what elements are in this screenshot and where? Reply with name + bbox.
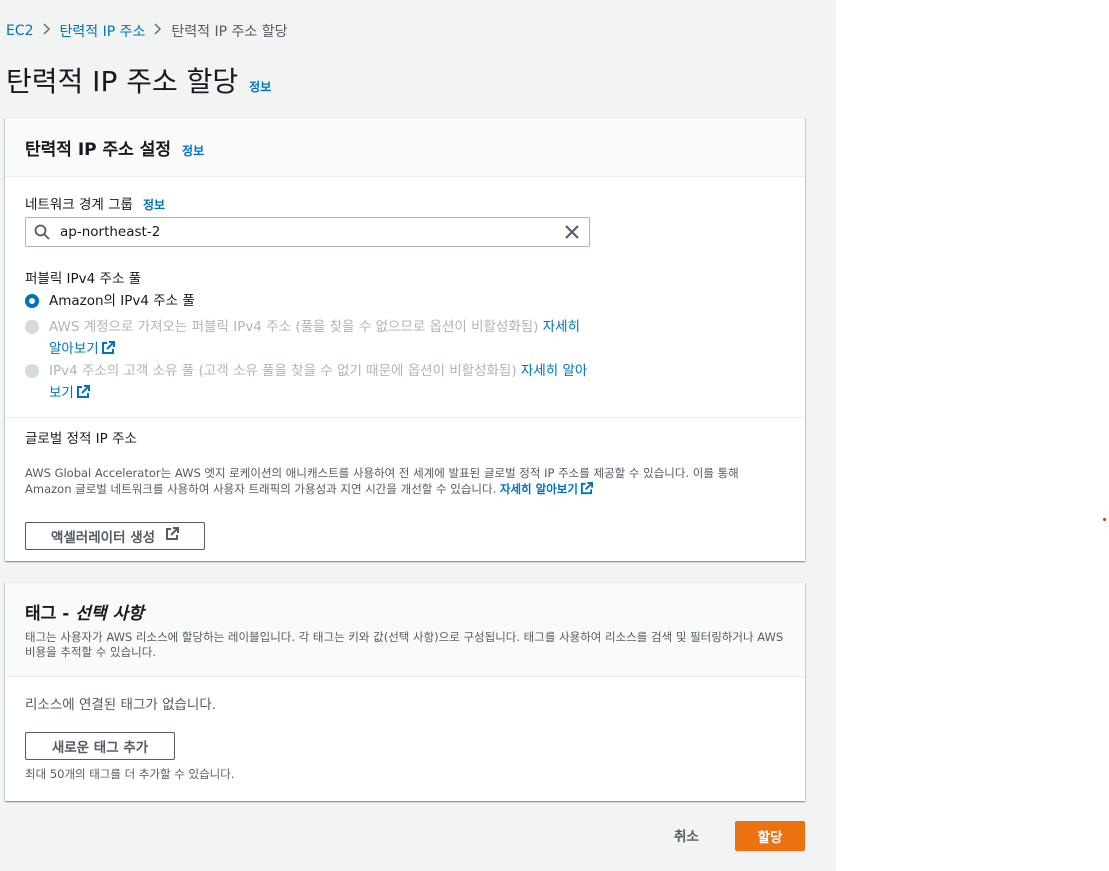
cancel-button[interactable]: 취소 <box>674 825 699 845</box>
page-info-link[interactable]: 정보 <box>249 78 271 95</box>
tags-title-text: 태그 - <box>25 604 70 624</box>
tags-panel: 태그 - 선택 사항 태그는 사용자가 AWS 리소스에 할당하는 레이블입니다… <box>5 582 805 801</box>
elastic-ip-settings-panel: 탄력적 IP 주소 설정 정보 네트워크 경계 그룹 정보 퍼블릭 IPv4 주… <box>5 117 805 561</box>
global-learn-more-text: 자세히 알아보기 <box>499 482 578 496</box>
chevron-right-icon <box>145 23 171 39</box>
tag-limit-hint: 최대 50개의 태그를 더 추가할 수 있습니다. <box>25 767 235 781</box>
public-pool-label: 퍼블릭 IPv4 주소 풀 <box>25 271 142 287</box>
settings-panel-header: 탄력적 IP 주소 설정 정보 <box>5 118 805 177</box>
no-tags-message: 리소스에 연결된 태그가 없습니다. <box>25 697 217 713</box>
tags-panel-title: 태그 - 선택 사항 <box>25 583 785 624</box>
radio-byoip-text: AWS 계정으로 가져오는 퍼블릭 IPv4 주소 (풀을 찾을 수 없으므로 … <box>49 319 539 335</box>
global-learn-more-link[interactable]: 자세히 알아보기 <box>500 482 593 496</box>
network-border-group-input[interactable] <box>58 223 555 241</box>
radio-amazon-pool[interactable]: Amazon의 IPv4 주소 풀 <box>25 290 195 312</box>
settings-title-text: 탄력적 IP 주소 설정 <box>25 140 172 160</box>
radio-button-disabled <box>25 364 39 378</box>
global-static-description-text: AWS Global Accelerator는 AWS 엣지 로케이션의 애니캐… <box>25 466 739 496</box>
chevron-right-icon <box>34 23 60 39</box>
radio-customer-owned-text: IPv4 주소의 고객 소유 풀 (고객 소유 풀을 찾을 수 없기 때문에 옵… <box>49 363 517 379</box>
settings-panel-title: 탄력적 IP 주소 설정 정보 <box>25 118 785 160</box>
external-link-icon <box>580 482 593 499</box>
allocate-label: 할당 <box>757 830 783 846</box>
breadcrumb-elastic-ip[interactable]: 탄력적 IP 주소 <box>60 21 146 41</box>
radio-button-selected[interactable] <box>25 294 39 308</box>
search-icon <box>26 224 58 240</box>
external-link-icon <box>76 384 90 406</box>
create-accelerator-label: 액셀러레이터 생성 <box>50 530 156 546</box>
network-border-group-search[interactable] <box>25 217 590 247</box>
settings-info-link[interactable]: 정보 <box>182 142 204 159</box>
page-title-text: 탄력적 IP 주소 할당 <box>6 65 239 98</box>
add-tag-button[interactable]: 새로운 태그 추가 <box>25 732 175 760</box>
breadcrumb-current: 탄력적 IP 주소 할당 <box>171 24 288 40</box>
tags-title-optional: 선택 사항 <box>75 604 144 624</box>
allocate-button[interactable]: 할당 <box>735 821 805 851</box>
external-link-icon <box>101 340 115 362</box>
red-dot-marker <box>1103 518 1106 521</box>
network-border-group-label-text: 네트워크 경계 그룹 <box>25 197 133 213</box>
breadcrumb: EC2 탄력적 IP 주소 탄력적 IP 주소 할당 <box>6 21 288 41</box>
radio-customer-owned-label: IPv4 주소의 고객 소유 풀 (고객 소유 풀을 찾을 수 없기 때문에 옵… <box>49 360 589 406</box>
breadcrumb-ec2[interactable]: EC2 <box>6 23 34 39</box>
external-link-icon <box>165 527 180 545</box>
create-accelerator-button[interactable]: 액셀러레이터 생성 <box>25 522 205 550</box>
section-divider <box>5 417 805 418</box>
network-border-group-info-link[interactable]: 정보 <box>143 196 165 213</box>
global-static-description: AWS Global Accelerator는 AWS 엣지 로케이션의 애니캐… <box>25 465 785 499</box>
page-title: 탄력적 IP 주소 할당 정보 <box>6 60 271 100</box>
add-tag-label: 새로운 태그 추가 <box>51 740 149 756</box>
radio-amazon-pool-label: Amazon의 IPv4 주소 풀 <box>49 293 195 309</box>
radio-byoip-pool: AWS 계정으로 가져오는 퍼블릭 IPv4 주소 (풀을 찾을 수 없으므로 … <box>25 316 589 362</box>
network-border-group-label: 네트워크 경계 그룹 정보 <box>25 193 165 213</box>
radio-button-disabled <box>25 320 39 334</box>
radio-customer-owned-pool: IPv4 주소의 고객 소유 풀 (고객 소유 풀을 찾을 수 없기 때문에 옵… <box>25 360 589 406</box>
radio-byoip-label: AWS 계정으로 가져오는 퍼블릭 IPv4 주소 (풀을 찾을 수 없으므로 … <box>49 316 589 362</box>
tags-panel-header: 태그 - 선택 사항 태그는 사용자가 AWS 리소스에 할당하는 레이블입니다… <box>5 583 805 677</box>
clear-icon[interactable] <box>555 225 589 239</box>
global-static-label: 글로벌 정적 IP 주소 <box>25 431 137 447</box>
tags-description: 태그는 사용자가 AWS 리소스에 할당하는 레이블입니다. 각 태그는 키와 … <box>25 630 784 659</box>
